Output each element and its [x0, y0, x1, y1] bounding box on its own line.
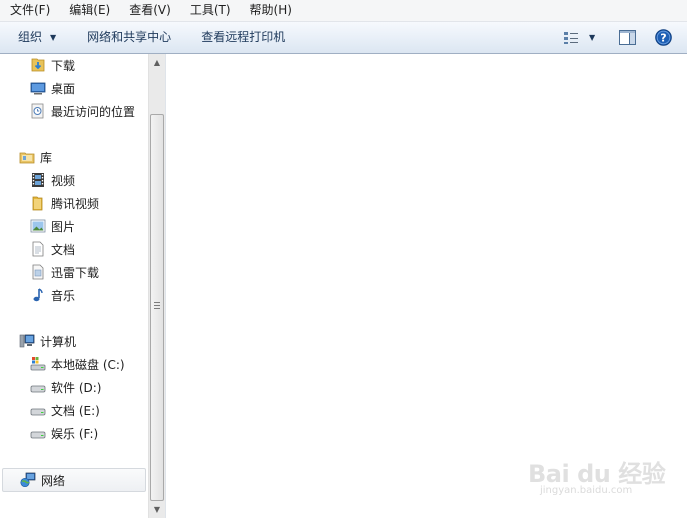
nav-item-label: 下载 — [51, 58, 76, 73]
nav-item-tencent-video[interactable]: 腾讯视频 — [0, 192, 148, 214]
nav-item-label: 文档 — [51, 242, 76, 257]
nav-item-recent-places[interactable]: 最近访问的位置 — [0, 100, 148, 122]
chevron-down-icon: ▼ — [589, 33, 596, 42]
nav-item-label: 库 — [40, 150, 53, 165]
library-icon — [19, 152, 35, 164]
nav-item-label: 本地磁盘 (C:) — [51, 357, 125, 372]
view-printers-button[interactable]: 查看远程打印机 — [201, 22, 285, 53]
nav-item-library[interactable]: 库 — [0, 146, 148, 168]
document-icon — [32, 264, 44, 280]
menu-bar: 文件(F) 编辑(E) 查看(V) 工具(T) 帮助(H) — [0, 0, 687, 22]
system-drive-icon — [30, 357, 46, 371]
nav-item-documents[interactable]: 文档 — [0, 238, 148, 260]
watermark-logo: Bai du 经验 — [528, 460, 666, 488]
scroll-up-button[interactable]: ▲ — [149, 54, 165, 71]
scroll-down-button[interactable]: ▼ — [149, 501, 165, 518]
nav-item-music[interactable]: 音乐 — [0, 284, 148, 306]
menu-edit[interactable]: 编辑(E) — [59, 0, 119, 21]
organize-label: 组织 — [18, 30, 43, 44]
nav-item-label: 软件 (D:) — [51, 380, 102, 395]
help-button[interactable]: ? — [655, 22, 672, 53]
nav-item-network[interactable]: 网络 — [2, 468, 146, 492]
menu-tools[interactable]: 工具(T) — [180, 0, 240, 21]
nav-item-desktop[interactable]: 桌面 — [0, 77, 148, 99]
nav-item-label: 最近访问的位置 — [51, 104, 136, 119]
folder-icon — [32, 196, 43, 211]
computer-icon — [19, 334, 35, 348]
nav-item-drive-e[interactable]: 文档 (E:) — [0, 399, 148, 421]
hard-drive-icon — [30, 385, 46, 393]
document-icon — [32, 241, 44, 257]
baidu-watermark: Bai du 经验 jingyan.baidu.com — [528, 448, 678, 503]
nav-item-label: 娱乐 (F:) — [51, 426, 99, 441]
nav-item-thunder-downloads[interactable]: 迅雷下载 — [0, 261, 148, 283]
nav-item-label: 桌面 — [51, 81, 76, 96]
help-icon: ? — [655, 29, 672, 46]
nav-item-drive-d[interactable]: 软件 (D:) — [0, 376, 148, 398]
preview-pane-icon — [619, 30, 636, 45]
nav-item-label: 腾讯视频 — [51, 196, 100, 211]
nav-item-drive-c[interactable]: 本地磁盘 (C:) — [0, 353, 148, 375]
hard-drive-icon — [30, 408, 46, 416]
watermark-url: jingyan.baidu.com — [540, 485, 633, 496]
recent-places-icon — [31, 103, 44, 119]
nav-item-computer[interactable]: 计算机 — [0, 330, 148, 352]
navigation-pane: 下载 桌面 最近访问的位置 库 视频 腾讯视频 图片 文档 迅雷下载 音乐 计算… — [0, 54, 148, 518]
nav-item-label: 迅雷下载 — [51, 265, 100, 280]
nav-item-label: 计算机 — [40, 334, 77, 349]
view-details-icon — [564, 31, 578, 44]
nav-item-downloads[interactable]: 下载 — [0, 54, 148, 76]
organize-button[interactable]: 组织 ▼ — [18, 22, 56, 53]
nav-item-drive-f[interactable]: 娱乐 (F:) — [0, 422, 148, 444]
nav-item-label: 网络 — [41, 473, 66, 488]
nav-item-videos[interactable]: 视频 — [0, 169, 148, 191]
menu-help[interactable]: 帮助(H) — [240, 0, 301, 21]
network-globe-icon — [20, 472, 36, 488]
svg-text:?: ? — [660, 32, 666, 45]
hard-drive-icon — [30, 431, 46, 439]
pictures-icon — [30, 219, 46, 233]
scroll-thumb[interactable] — [150, 114, 164, 501]
chevron-down-icon: ▼ — [50, 33, 57, 42]
preview-pane-button[interactable] — [619, 22, 636, 53]
nav-scrollbar[interactable]: ▲ ▼ — [148, 54, 165, 518]
command-bar: 组织 ▼ 网络和共享中心 查看远程打印机 ▼ ? — [0, 22, 687, 54]
nav-item-label: 文档 (E:) — [51, 403, 100, 418]
downloads-folder-icon — [31, 58, 45, 72]
videos-film-icon — [32, 173, 44, 187]
nav-item-label: 图片 — [51, 219, 76, 234]
desktop-icon — [30, 82, 46, 95]
menu-view[interactable]: 查看(V) — [119, 0, 180, 21]
music-note-icon — [33, 288, 43, 302]
explorer-window: 文件(F) 编辑(E) 查看(V) 工具(T) 帮助(H) 组织 ▼ 网络和共享… — [0, 0, 687, 518]
nav-item-pictures[interactable]: 图片 — [0, 215, 148, 237]
change-view-button[interactable]: ▼ — [563, 22, 595, 53]
network-center-button[interactable]: 网络和共享中心 — [87, 22, 171, 53]
nav-item-label: 视频 — [51, 173, 76, 188]
nav-item-label: 音乐 — [51, 288, 76, 303]
menu-file[interactable]: 文件(F) — [0, 0, 59, 21]
grip-icon — [154, 302, 160, 309]
